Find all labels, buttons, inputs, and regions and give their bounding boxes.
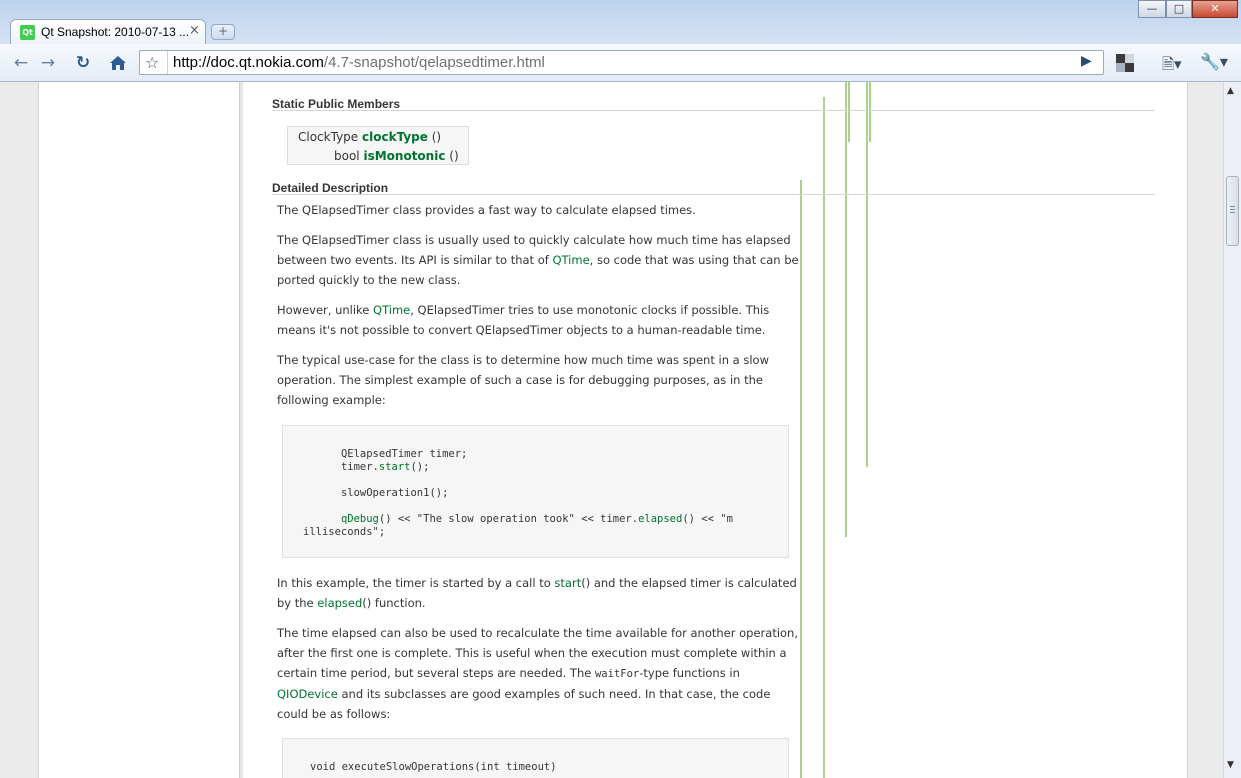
- vertical-scrollbar[interactable]: ▲ ▼: [1223, 82, 1241, 778]
- qtime-link[interactable]: QTime: [552, 253, 589, 267]
- star-icon[interactable]: ☆: [145, 52, 159, 74]
- tab-close-icon[interactable]: ×: [189, 23, 200, 38]
- start-link[interactable]: start: [554, 576, 581, 590]
- page-menu-icon[interactable]: 🗎▾: [1162, 54, 1182, 79]
- decorative-line: [845, 82, 847, 537]
- minimize-button[interactable]: —: [1138, 0, 1166, 18]
- sidebar-divider: [239, 82, 243, 778]
- qtime-link[interactable]: QTime: [373, 303, 410, 317]
- title-bar: Qt Qt Snapshot: 2010-07-13 ... × + — □ ✕: [0, 0, 1241, 44]
- member-link[interactable]: isMonotonic: [363, 149, 445, 163]
- go-icon[interactable]: ▶: [1081, 53, 1092, 69]
- detailed-description-heading: Detailed Description: [272, 181, 389, 195]
- member-link[interactable]: clockType: [362, 130, 428, 144]
- close-window-button[interactable]: ✕: [1192, 0, 1238, 18]
- tab-title: Qt Snapshot: 2010-07-13 ...: [41, 25, 190, 39]
- decorative-line: [823, 97, 825, 778]
- code-example: QElapsedTimer timer; timer.start(); slow…: [282, 425, 789, 558]
- reload-icon[interactable]: ↻: [71, 52, 95, 74]
- decorative-line: [869, 82, 871, 142]
- qiodevice-link[interactable]: QIODevice: [277, 687, 338, 701]
- static-members-heading: Static Public Members: [272, 97, 401, 111]
- new-tab-button[interactable]: +: [211, 24, 235, 40]
- member-row: bool isMonotonic (): [334, 149, 459, 163]
- decorative-line: [848, 82, 850, 142]
- browser-toolbar: ← → ↻ ☆ http://doc.qt.nokia.com/4.7-snap…: [0, 44, 1241, 82]
- scroll-down-icon[interactable]: ▼: [1227, 760, 1234, 770]
- page-viewport: Static Public Members ClockType clockTyp…: [0, 82, 1223, 778]
- forward-icon[interactable]: →: [36, 52, 60, 74]
- member-row: ClockType clockType (): [298, 130, 442, 144]
- decorative-line: [866, 82, 868, 467]
- paragraph: In this example, the timer is started by…: [277, 576, 797, 610]
- paragraph: The time elapsed can also be used to rec…: [277, 626, 799, 721]
- scroll-up-icon[interactable]: ▲: [1227, 86, 1234, 96]
- static-members-table: ClockType clockType () bool isMonotonic …: [287, 126, 469, 165]
- maximize-button[interactable]: □: [1166, 0, 1192, 18]
- wrench-icon[interactable]: 🔧▾: [1200, 52, 1228, 71]
- back-icon[interactable]: ←: [9, 52, 33, 74]
- code-example: void executeSlowOperations(int timeout): [282, 738, 789, 778]
- url-text[interactable]: http://doc.qt.nokia.com/4.7-snapshot/qel…: [173, 54, 545, 71]
- paragraph: The QElapsedTimer class provides a fast …: [277, 203, 696, 217]
- extension-icon[interactable]: [1116, 54, 1134, 72]
- home-icon[interactable]: [106, 52, 130, 74]
- paragraph: The typical use-case for the class is to…: [277, 353, 769, 407]
- address-bar[interactable]: ☆ http://doc.qt.nokia.com/4.7-snapshot/q…: [139, 50, 1104, 75]
- elapsed-link[interactable]: elapsed: [317, 596, 362, 610]
- scrollbar-thumb[interactable]: [1226, 176, 1239, 246]
- browser-tab[interactable]: Qt Qt Snapshot: 2010-07-13 ... ×: [10, 19, 206, 44]
- paragraph: However, unlike QTime, QElapsedTimer tri…: [277, 303, 770, 337]
- qt-favicon-icon: Qt: [20, 25, 35, 40]
- paragraph: The QElapsedTimer class is usually used …: [277, 233, 799, 287]
